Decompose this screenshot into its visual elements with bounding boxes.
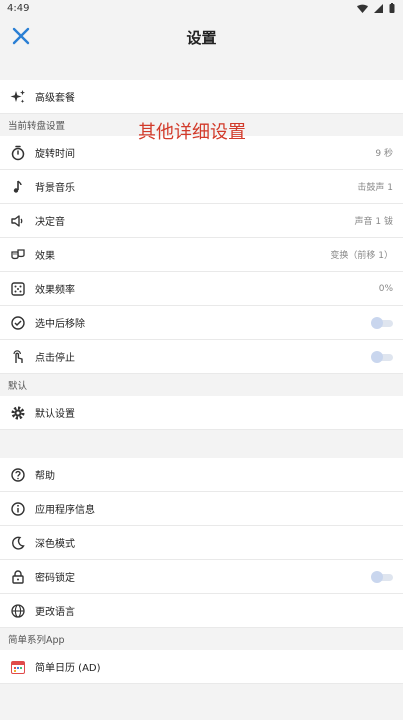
theater-masks-icon	[10, 247, 26, 263]
spacer	[0, 430, 403, 458]
premium-plan-item[interactable]: 高级套餐	[0, 80, 403, 114]
spin-time-label: 旋转时间	[35, 149, 75, 160]
gear-icon	[10, 405, 26, 421]
effect-frequency-value: 0%	[378, 283, 393, 294]
decision-sound-item[interactable]: 决定音 声音 1 钹	[0, 204, 403, 238]
change-language-label: 更改语言	[35, 607, 75, 618]
app-bar: 设置	[0, 16, 403, 58]
remove-after-selection-item[interactable]: 选中后移除	[0, 306, 403, 340]
default-settings-label: 默认设置	[35, 409, 75, 420]
globe-icon	[10, 603, 26, 619]
page-title: 设置	[186, 28, 217, 47]
help-item[interactable]: 帮助	[0, 458, 403, 492]
default-settings-item[interactable]: 默认设置	[0, 396, 403, 430]
volume-icon	[10, 213, 26, 229]
background-music-label: 背景音乐	[35, 183, 75, 194]
password-lock-toggle[interactable]	[371, 570, 393, 583]
status-bar: 4:49	[0, 0, 403, 16]
background-music-value: 击鼓声 1	[357, 183, 393, 193]
annotation-overlay: 其他详细设置	[138, 122, 246, 143]
moon-icon	[10, 535, 26, 551]
tap-to-stop-item[interactable]: 点击停止	[0, 340, 403, 374]
simple-calendar-item[interactable]: 简单日历 (AD)	[0, 650, 403, 684]
tap-to-stop-label: 点击停止	[35, 353, 75, 364]
battery-icon	[389, 3, 395, 13]
effect-value: 变换（前移 1）	[330, 251, 393, 261]
dark-mode-item[interactable]: 深色模式	[0, 526, 403, 560]
dice-icon	[10, 281, 26, 297]
password-lock-item[interactable]: 密码锁定	[0, 560, 403, 594]
decision-sound-label: 决定音	[35, 217, 65, 228]
app-info-item[interactable]: 应用程序信息	[0, 492, 403, 526]
background-music-item[interactable]: 背景音乐 击鼓声 1	[0, 170, 403, 204]
help-label: 帮助	[35, 471, 55, 482]
section-header-defaults: 默认	[0, 374, 403, 396]
remove-after-selection-toggle[interactable]	[371, 316, 393, 329]
check-circle-icon	[10, 315, 26, 331]
decision-sound-value: 声音 1 钹	[354, 217, 393, 227]
app-info-label: 应用程序信息	[35, 505, 95, 516]
calendar-app-icon	[10, 659, 26, 675]
simple-calendar-label: 简单日历 (AD)	[35, 663, 101, 674]
password-lock-label: 密码锁定	[35, 573, 75, 584]
timer-icon	[10, 145, 26, 161]
effect-frequency-item[interactable]: 效果频率 0%	[0, 272, 403, 306]
wifi-icon	[357, 4, 368, 13]
effect-item[interactable]: 效果 变换（前移 1）	[0, 238, 403, 272]
sparkle-icon	[10, 89, 26, 105]
effect-frequency-label: 效果频率	[35, 285, 75, 296]
lock-icon	[10, 569, 26, 585]
premium-plan-label: 高级套餐	[35, 93, 75, 104]
tap-to-stop-toggle[interactable]	[371, 350, 393, 363]
signal-icon	[374, 3, 383, 13]
spacer	[0, 58, 403, 80]
section-header-apps: 简单系列App	[0, 628, 403, 650]
effect-label: 效果	[35, 251, 55, 262]
close-icon[interactable]	[10, 25, 32, 47]
spin-time-value: 9 秒	[375, 149, 393, 159]
status-time: 4:49	[7, 2, 30, 14]
dark-mode-label: 深色模式	[35, 539, 75, 550]
music-note-icon	[10, 179, 26, 195]
status-icons	[357, 3, 395, 13]
change-language-item[interactable]: 更改语言	[0, 594, 403, 628]
remove-after-selection-label: 选中后移除	[35, 319, 85, 330]
touch-icon	[10, 349, 26, 365]
info-icon	[10, 501, 26, 517]
help-icon	[10, 467, 26, 483]
